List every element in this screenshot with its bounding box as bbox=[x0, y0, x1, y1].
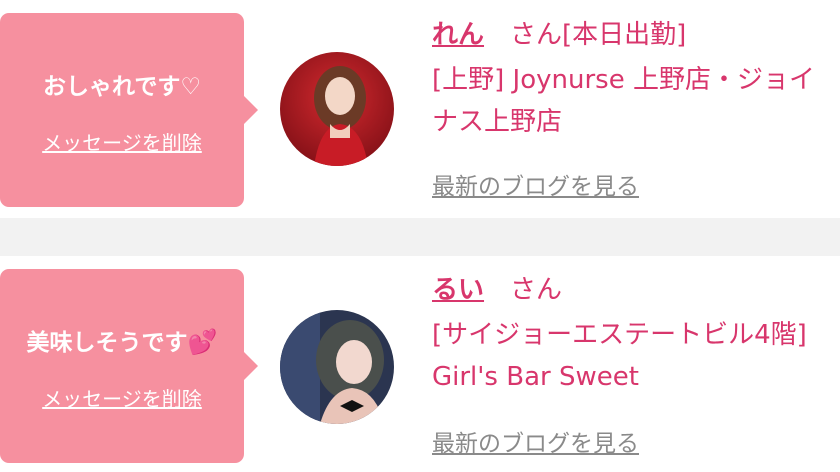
latest-blog-link[interactable]: 最新のブログを見る bbox=[432, 424, 639, 458]
name-line: れん さん[本日出勤] bbox=[432, 17, 832, 53]
message-bubble: 美味しそうです💕 メッセージを削除 bbox=[0, 269, 258, 463]
delete-message-link[interactable]: メッセージを削除 bbox=[0, 383, 244, 412]
cast-suffix: さん bbox=[510, 275, 563, 305]
message-bubble: おしゃれです♡ メッセージを削除 bbox=[0, 13, 258, 207]
cast-info: れん さん[本日出勤] [上野] Joynurse 上野店・ジョイナス上野店 最新… bbox=[432, 17, 832, 200]
cast-suffix: さん[本日出勤] bbox=[510, 20, 687, 50]
cast-info: るい さん [サイジョーエステートビル4階] Girl's Bar Sweet 最… bbox=[432, 272, 832, 457]
avatar[interactable] bbox=[280, 52, 394, 166]
shop-link[interactable]: [上野] Joynurse 上野店・ジョイナス上野店 bbox=[432, 59, 832, 143]
hearts-emoji-icon: 💕 bbox=[187, 328, 218, 356]
shop-link[interactable]: [サイジョーエステートビル4階] Girl's Bar Sweet bbox=[432, 314, 832, 398]
message-text: 美味しそうです💕 bbox=[26, 328, 218, 356]
cast-name-link[interactable]: れん bbox=[432, 20, 484, 50]
message-row: 美味しそうです💕 メッセージを削除 るい さん [サイジョーエステートビル4階] … bbox=[0, 256, 840, 472]
avatar[interactable] bbox=[280, 310, 394, 424]
message-row: おしゃれです♡ メッセージを削除 れん さん[本日出勤] [上野] Joynurs… bbox=[0, 0, 840, 218]
name-line: るい さん bbox=[432, 272, 832, 308]
delete-message-link[interactable]: メッセージを削除 bbox=[0, 127, 244, 156]
message-text: おしゃれです♡ bbox=[43, 74, 201, 100]
divider bbox=[0, 218, 840, 256]
latest-blog-link[interactable]: 最新のブログを見る bbox=[432, 167, 639, 201]
cast-name-link[interactable]: るい bbox=[432, 275, 484, 305]
